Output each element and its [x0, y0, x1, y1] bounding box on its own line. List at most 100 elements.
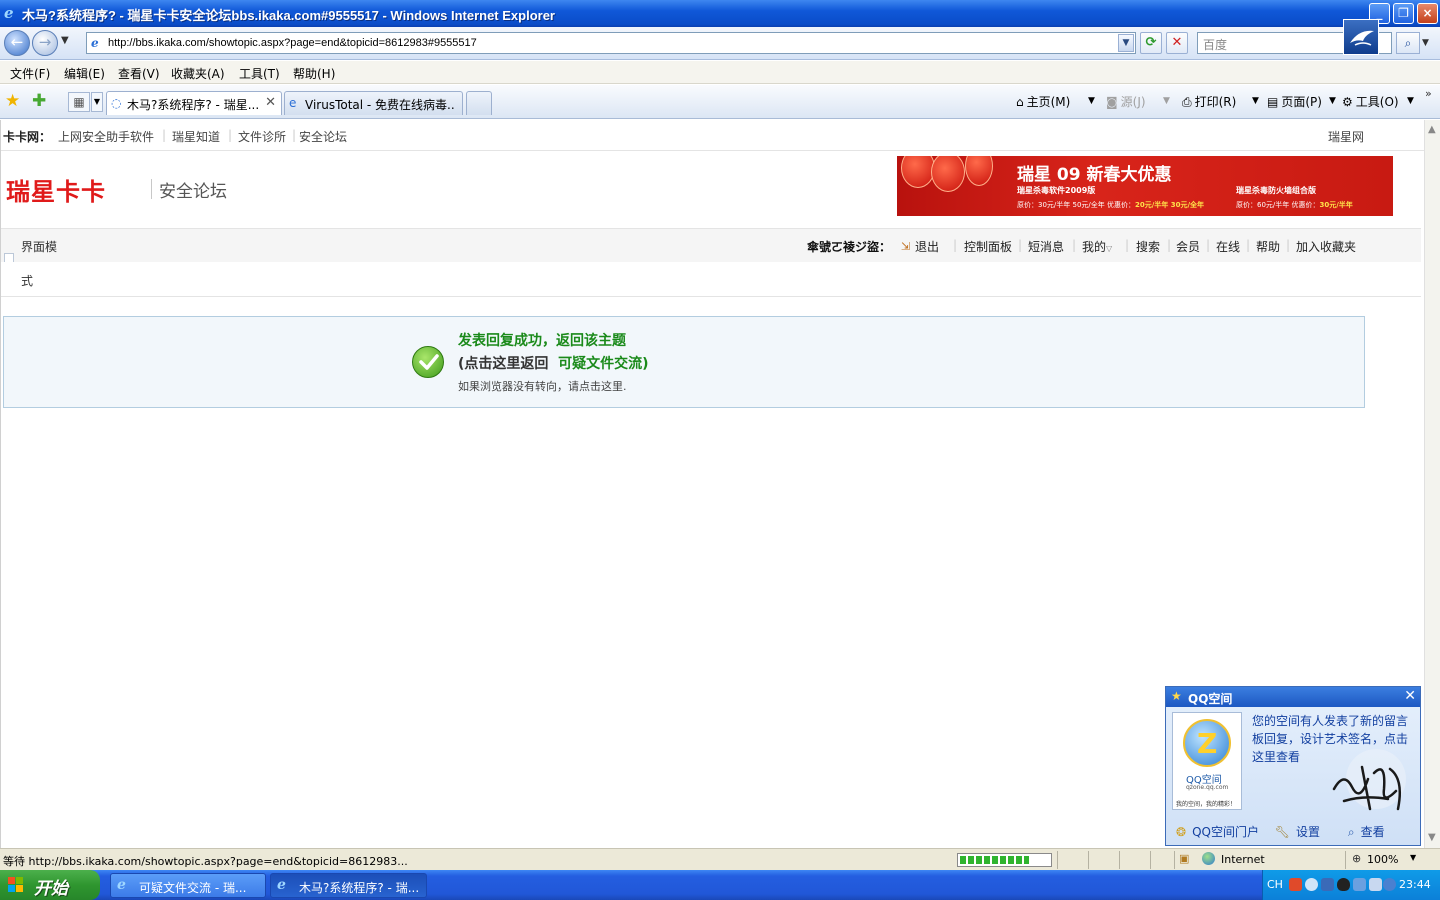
menu-file[interactable]: 文件(F)	[10, 65, 50, 82]
feeds-button[interactable]: ◙ 源(J)	[1106, 93, 1146, 110]
tab-label: 木马?系统程序? - 瑞星...	[127, 98, 260, 112]
menu-favorites[interactable]: 收藏夹(A)	[171, 65, 225, 82]
members-link[interactable]: 会员	[1176, 238, 1200, 255]
print-button[interactable]: ⎙ 打印(R)	[1182, 93, 1236, 110]
close-icon[interactable]: ✕	[1404, 688, 1416, 704]
return-link[interactable]: (点击这里返回 可疑文件交流)	[458, 353, 649, 373]
divider	[1, 150, 1424, 151]
menu-edit[interactable]: 编辑(E)	[64, 65, 105, 82]
qq-zone-logo[interactable]: Z QQ空间 qzone.qq.com 我的空间，我的精彩！	[1172, 712, 1242, 810]
tab-current[interactable]: ◌ 木马?系统程序? - 瑞星... ✕	[106, 91, 282, 115]
scroll-down-icon[interactable]: ▼	[1428, 832, 1436, 843]
search-link[interactable]: 搜索	[1136, 238, 1160, 255]
taskbar-item-current-topic[interactable]: e 木马?系统程序? - 瑞...	[270, 873, 427, 898]
link-file-clinic[interactable]: 文件诊所	[238, 128, 286, 145]
control-panel-link[interactable]: 控制面板	[964, 238, 1012, 255]
redirect-hint-link[interactable]: 如果浏览器没有转向，请点击这里.	[458, 378, 627, 394]
online-link[interactable]: 在线	[1216, 238, 1240, 255]
qq-portal-link[interactable]: ❂ QQ空间门户	[1176, 825, 1265, 839]
security-zone[interactable]: Internet	[1221, 853, 1265, 866]
progress-fill	[960, 856, 1029, 864]
banner-product-1: 瑞星杀毒软件2009版	[1017, 186, 1096, 195]
link-security-assistant[interactable]: 上网安全助手软件	[58, 128, 154, 145]
close-tab-icon[interactable]: ✕	[265, 95, 276, 110]
favorites-star-icon[interactable]: ★	[5, 91, 20, 111]
add-favorite-icon[interactable]: ✚	[32, 91, 46, 111]
menu-help[interactable]: 帮助(H)	[293, 65, 335, 82]
ie-page-icon: e	[289, 96, 297, 110]
nav-separator: |	[1125, 238, 1130, 252]
tab-virustotal[interactable]: e VirusTotal - 免费在线病毒...	[284, 91, 463, 115]
recent-pages-dropdown-icon[interactable]: ▼	[61, 35, 69, 46]
close-window-button[interactable]: ×	[1417, 3, 1438, 24]
tray-monitor-icon[interactable]	[1353, 878, 1366, 891]
link-rising-knows[interactable]: 瑞星知道	[172, 128, 220, 145]
start-button[interactable]: 开始	[0, 870, 100, 900]
username[interactable]: 傘號ㄛ祾ジ盜：	[807, 238, 891, 255]
feeds-dropdown-icon[interactable]: ▼	[1163, 96, 1170, 106]
taskbar-item-suspicious-files[interactable]: e 可疑文件交流 - 瑞...	[110, 873, 266, 898]
page-load-progress	[957, 853, 1052, 867]
gear-icon: ⚙	[1342, 95, 1353, 109]
scroll-up-icon[interactable]: ▲	[1428, 124, 1436, 135]
menu-tools[interactable]: 工具(T)	[239, 65, 280, 82]
link-rising-site[interactable]: 瑞星网	[1328, 128, 1364, 145]
banner-price-1: 原价：30元/半年 50元/全年 优惠价：20元/半年 30元/全年	[1017, 201, 1205, 209]
language-indicator[interactable]: CH	[1267, 878, 1283, 891]
messages-link[interactable]: 短消息	[1028, 238, 1064, 255]
interface-mode-link[interactable]: 界面模	[21, 238, 57, 255]
link-security-forum[interactable]: 安全论坛	[299, 128, 347, 145]
internet-zone-globe-icon	[1202, 852, 1215, 865]
zoom-level[interactable]: 100%	[1367, 853, 1398, 866]
add-favorites-link[interactable]: 加入收藏夹	[1296, 238, 1356, 255]
tab-list-dropdown-icon[interactable]: ▼	[91, 92, 103, 112]
qq-portal-icon: ❂	[1176, 825, 1187, 839]
qq-logo-motto: 我的空间，我的精彩！	[1176, 801, 1237, 808]
qq-popup-header: ★ QQ空间 ✕	[1166, 687, 1420, 707]
menu-view[interactable]: 查看(V)	[118, 65, 160, 82]
protected-mode-icon[interactable]: ▣	[1179, 852, 1189, 865]
home-dropdown-icon[interactable]: ▼	[1088, 96, 1095, 106]
new-tab-button[interactable]	[466, 91, 492, 115]
tray-back-icon[interactable]	[1305, 878, 1318, 891]
site-logo[interactable]: 瑞星卡卡	[6, 172, 106, 207]
quick-tabs-icon[interactable]: ▦	[68, 92, 90, 112]
refresh-icon[interactable]: ⟳	[1140, 32, 1162, 54]
qq-penguin-icon[interactable]	[1337, 878, 1350, 891]
address-bar[interactable]: e http://bbs.ikaka.com/showtopic.aspx?pa…	[86, 32, 1136, 54]
tray-shield-icon[interactable]	[1383, 878, 1396, 891]
page-dropdown-icon[interactable]: ▼	[1329, 96, 1336, 106]
tools-dropdown-icon[interactable]: ▼	[1407, 96, 1414, 106]
toolbar-overflow-icon[interactable]: »	[1425, 87, 1432, 100]
page-menu-button[interactable]: ▤ 页面(P)	[1267, 93, 1322, 110]
back-button[interactable]: ←	[4, 30, 30, 56]
tray-speaker-icon[interactable]	[1369, 878, 1382, 891]
address-dropdown-icon[interactable]: ▼	[1118, 34, 1134, 52]
print-dropdown-icon[interactable]: ▼	[1252, 96, 1259, 106]
search-options-dropdown-icon[interactable]: ▼	[1422, 38, 1429, 48]
banner-product-2: 瑞星杀毒防火墙组合版	[1236, 186, 1316, 195]
restore-button[interactable]: ❐	[1393, 3, 1414, 24]
qq-settings-link[interactable]: 🔧︎ 设置	[1275, 825, 1326, 839]
lantern-icon	[931, 156, 965, 192]
address-url[interactable]: http://bbs.ikaka.com/showtopic.aspx?page…	[108, 37, 477, 49]
zoom-dropdown-icon[interactable]: ▼	[1410, 853, 1416, 862]
success-title-link[interactable]: 发表回复成功，返回该主题	[458, 330, 626, 350]
interface-mode-link[interactable]: 式	[21, 272, 33, 289]
tools-menu-button[interactable]: ⚙ 工具(O)	[1342, 93, 1399, 110]
help-link[interactable]: 帮助	[1256, 238, 1280, 255]
forward-button[interactable]: →	[32, 30, 58, 56]
tray-network-icon[interactable]	[1321, 878, 1334, 891]
qq-view-link[interactable]: ⌕ 查看	[1348, 825, 1391, 839]
stop-icon[interactable]: ✕	[1166, 32, 1188, 54]
my-menu-link[interactable]: 我的▽	[1082, 238, 1112, 255]
logout-link[interactable]: 退出	[915, 238, 939, 255]
tray-app-icon[interactable]	[1289, 878, 1302, 891]
logout-icon: ⇲	[901, 240, 911, 253]
home-button[interactable]: ⌂ 主页(M)	[1016, 93, 1070, 110]
qq-zone-notification[interactable]: ★ QQ空间 ✕ Z QQ空间 qzone.qq.com 我的空间，我的精彩！ …	[1165, 686, 1421, 846]
promo-banner[interactable]: 瑞星 09 新春大优惠 瑞星杀毒软件2009版 瑞星杀毒防火墙组合版 原价：30…	[897, 156, 1393, 216]
vertical-scrollbar[interactable]: ▲ ▼	[1424, 120, 1440, 848]
start-label: 开始	[34, 879, 68, 899]
search-icon[interactable]: ⌕	[1396, 32, 1420, 54]
